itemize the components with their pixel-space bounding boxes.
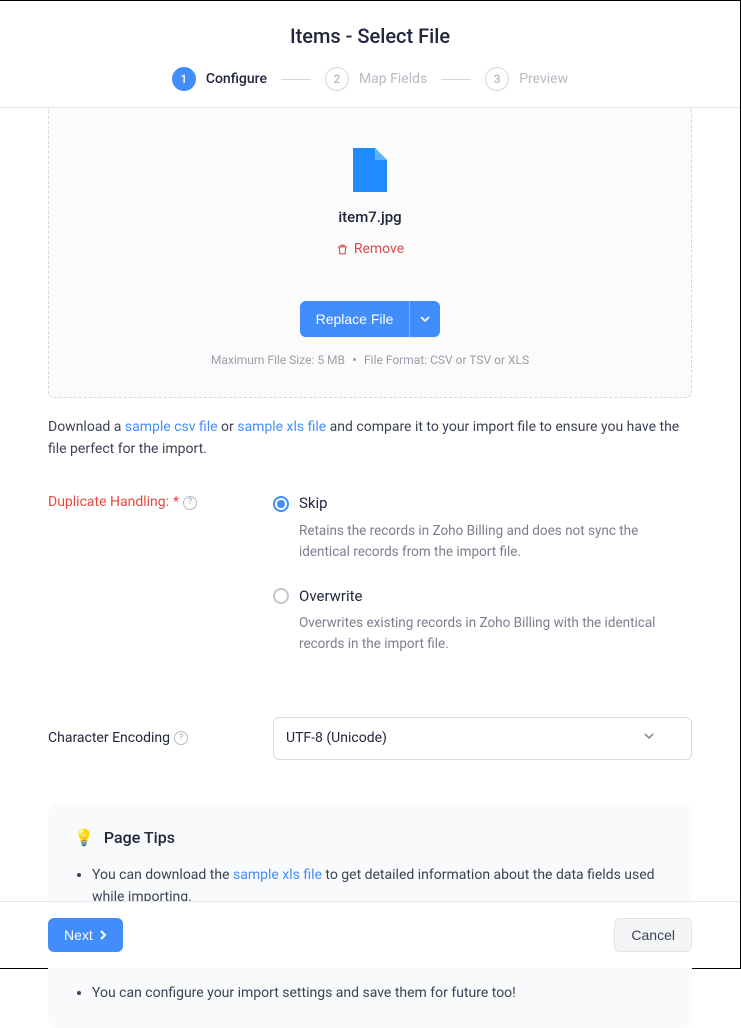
uploaded-file-name: item7.jpg	[69, 206, 671, 229]
step-configure[interactable]: 1 Configure	[172, 67, 267, 91]
option-label: Overwrite	[299, 585, 363, 608]
radio-skip[interactable]	[273, 496, 289, 512]
step-separator	[281, 79, 311, 80]
bulb-icon: 💡	[74, 826, 94, 850]
duplicate-option-overwrite[interactable]: Overwrite Overwrites existing records in…	[273, 585, 692, 655]
help-icon[interactable]: ?	[183, 496, 197, 510]
page-title: Items - Select File	[0, 21, 740, 51]
step-label: Map Fields	[359, 69, 427, 90]
wizard-steps: 1 Configure 2 Map Fields 3 Preview	[0, 67, 740, 91]
tip-sample-xls-link[interactable]: sample xls file	[233, 867, 322, 883]
label-text: Character Encoding	[48, 728, 170, 749]
option-description: Overwrites existing records in Zoho Bill…	[299, 613, 692, 655]
remove-file-link[interactable]: Remove	[336, 239, 404, 260]
tips-heading: 💡 Page Tips	[74, 826, 666, 850]
next-label: Next	[64, 927, 93, 943]
format-hint: File Format: CSV or TSV or XLS	[364, 351, 529, 369]
chevron-right-icon	[99, 930, 107, 940]
download-sample-hint: Download a sample csv file or sample xls…	[48, 416, 692, 461]
tip-text: You can download the	[92, 867, 233, 883]
hint-text: Download a	[48, 419, 125, 435]
help-icon[interactable]: ?	[174, 731, 188, 745]
replace-file-dropdown[interactable]	[409, 301, 440, 337]
remove-label: Remove	[354, 239, 404, 260]
separator-dot	[353, 358, 356, 361]
option-label: Skip	[299, 492, 328, 515]
radio-overwrite[interactable]	[273, 588, 289, 604]
step-number: 3	[485, 67, 509, 91]
step-preview: 3 Preview	[485, 67, 568, 91]
replace-file-button[interactable]: Replace File	[300, 301, 410, 337]
step-number: 2	[325, 67, 349, 91]
upload-hints: Maximum File Size: 5 MB File Format: CSV…	[69, 351, 671, 369]
duplicate-handling-label: Duplicate Handling:* ?	[48, 492, 273, 513]
label-text: Duplicate Handling:	[48, 492, 169, 513]
max-size-hint: Maximum File Size: 5 MB	[211, 351, 345, 369]
required-asterisk: *	[173, 492, 179, 513]
replace-file-split-button: Replace File	[300, 301, 441, 337]
next-button[interactable]: Next	[48, 918, 123, 952]
hint-text: or	[218, 419, 238, 435]
footer-bar: Next Cancel	[0, 901, 740, 968]
option-description: Retains the records in Zoho Billing and …	[299, 521, 692, 563]
upload-area: item7.jpg Remove Replace File Maximum Fi…	[48, 108, 692, 398]
trash-icon	[336, 243, 349, 256]
step-separator	[441, 79, 471, 80]
cancel-button[interactable]: Cancel	[614, 918, 692, 952]
step-map-fields: 2 Map Fields	[325, 67, 427, 91]
sample-csv-link[interactable]: sample csv file	[125, 419, 218, 435]
step-label: Preview	[519, 69, 568, 90]
sample-xls-link[interactable]: sample xls file	[237, 419, 326, 435]
duplicate-option-skip[interactable]: Skip Retains the records in Zoho Billing…	[273, 492, 692, 562]
step-number: 1	[172, 67, 196, 91]
tip-item: You can configure your import settings a…	[92, 982, 666, 1004]
step-label: Configure	[206, 69, 267, 90]
chevron-down-icon	[643, 728, 655, 749]
character-encoding-select[interactable]: UTF-8 (Unicode)	[273, 717, 692, 760]
file-icon	[69, 148, 671, 192]
character-encoding-label: Character Encoding ?	[48, 728, 273, 749]
caret-down-icon	[420, 314, 430, 324]
select-value: UTF-8 (Unicode)	[286, 728, 387, 749]
tips-heading-text: Page Tips	[104, 826, 175, 850]
duplicate-options: Skip Retains the records in Zoho Billing…	[273, 492, 692, 677]
